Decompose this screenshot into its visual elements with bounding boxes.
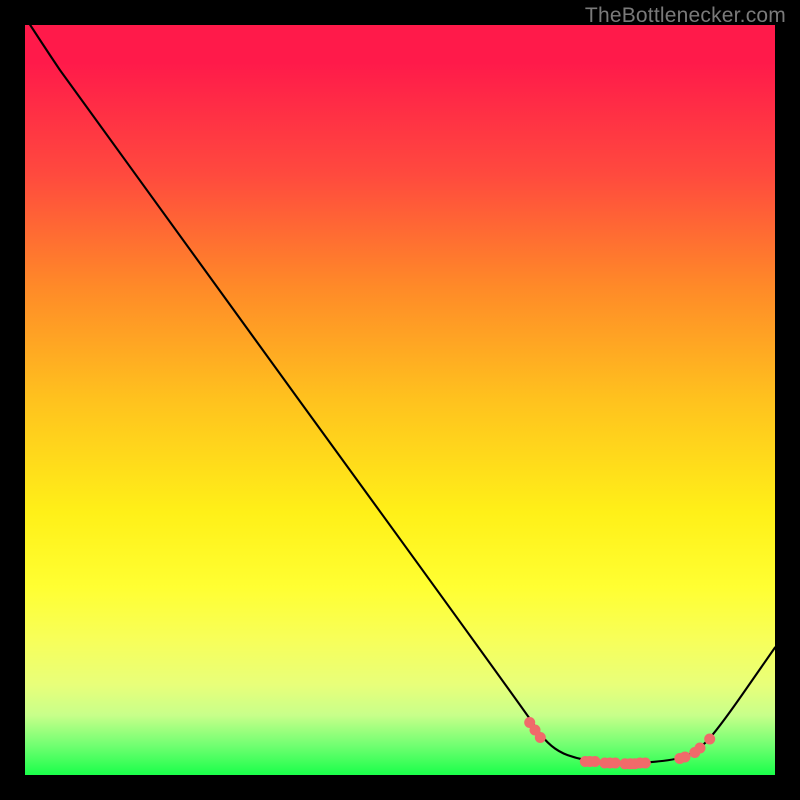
- marker-point: [590, 756, 601, 767]
- marker-point: [704, 734, 715, 745]
- marker-point: [640, 758, 651, 769]
- attribution-label: TheBottlenecker.com: [585, 4, 786, 28]
- plot-area: [25, 25, 775, 775]
- marker-point: [695, 743, 706, 754]
- marker-point: [680, 752, 691, 763]
- bottleneck-curve: [30, 25, 775, 763]
- marker-group: [524, 717, 715, 769]
- chart-svg: [25, 25, 775, 775]
- chart-frame: TheBottlenecker.com: [0, 0, 800, 800]
- marker-point: [610, 758, 621, 769]
- marker-point: [535, 732, 546, 743]
